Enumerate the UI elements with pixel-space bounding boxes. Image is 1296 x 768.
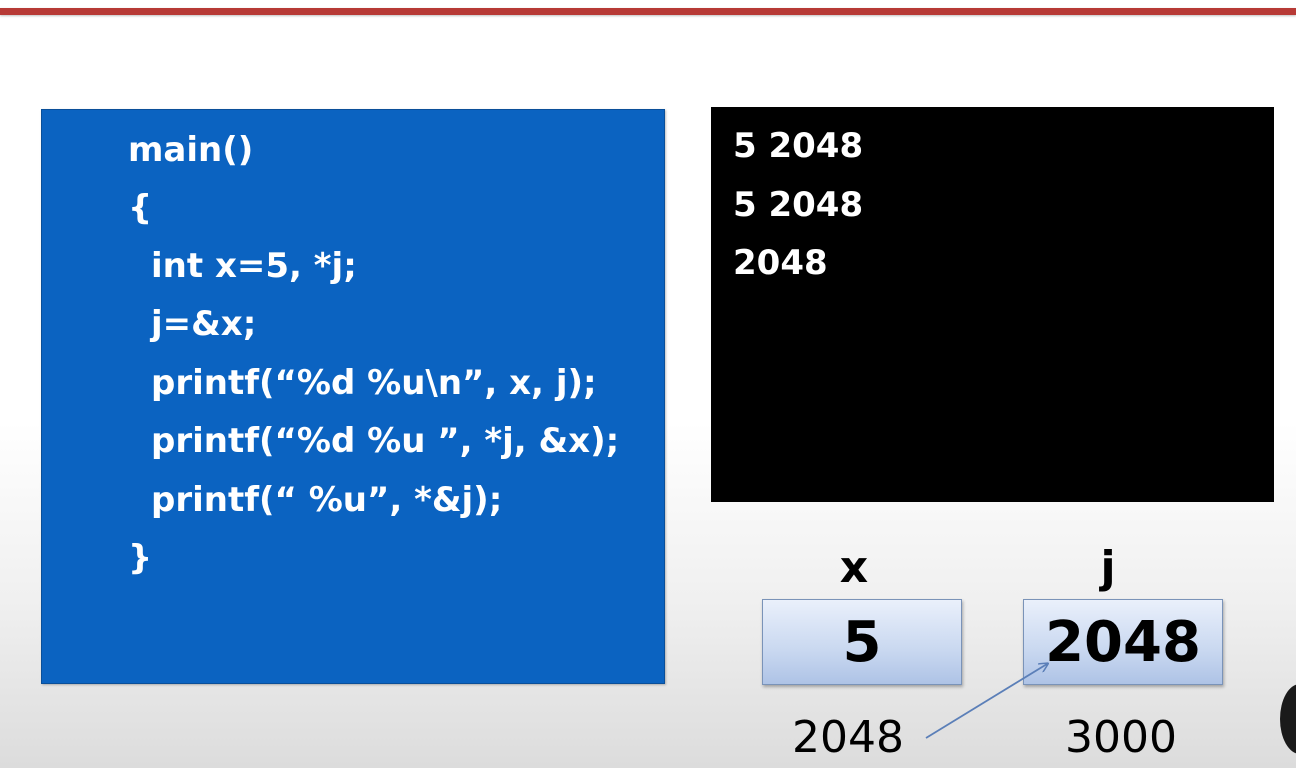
pointer-arrow-icon — [925, 0, 1296, 739]
